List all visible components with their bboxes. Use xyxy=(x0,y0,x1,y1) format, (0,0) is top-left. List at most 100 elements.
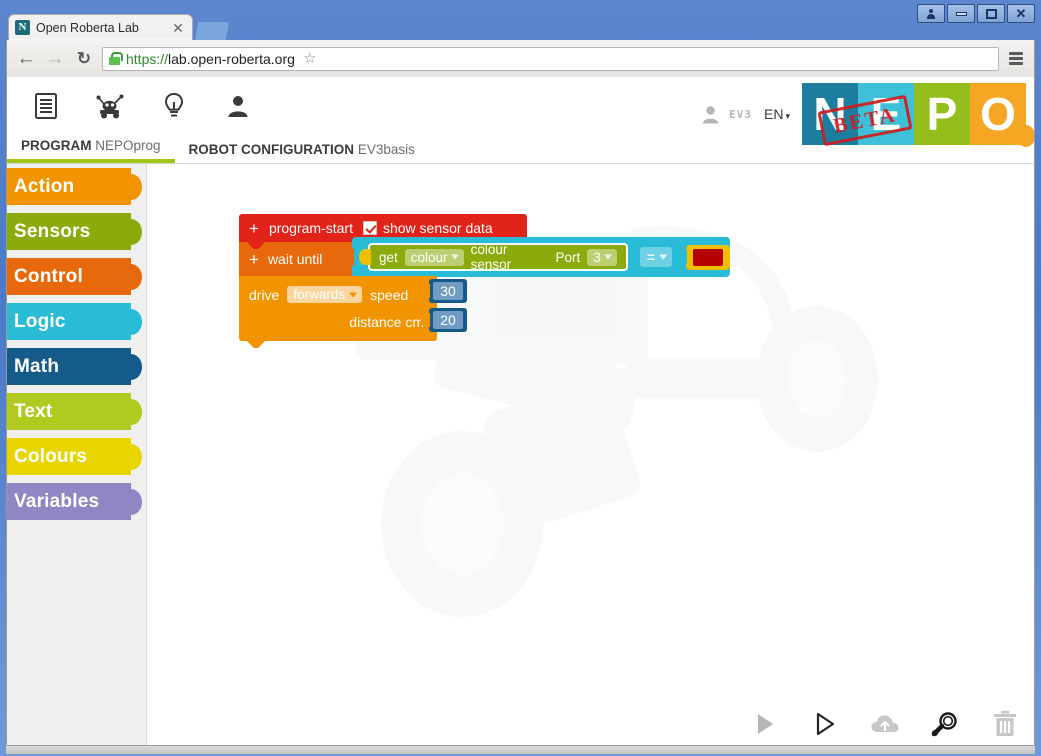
browser-window: N Open Roberta Lab ✕ ✕ ← → ↻ https://lab… xyxy=(0,0,1041,756)
distance-value[interactable]: 20 xyxy=(433,311,463,329)
tab-program-value: NEPOprog xyxy=(95,138,161,153)
check-program-button[interactable] xyxy=(928,707,962,741)
program-start-label: program-start xyxy=(268,220,353,236)
title-bar: N Open Roberta Lab ✕ ✕ xyxy=(0,0,1041,40)
show-sensor-data-label: show sensor data xyxy=(382,220,493,236)
category-knob xyxy=(120,173,142,200)
expand-plus-icon[interactable]: + xyxy=(249,220,259,237)
robot-name-label: EV3 xyxy=(729,107,753,121)
sensor-port-value: 3 xyxy=(593,249,601,265)
category-knob xyxy=(120,488,142,515)
show-sensor-data-checkbox-row[interactable]: show sensor data xyxy=(362,220,493,236)
category-label: Text xyxy=(14,400,53,422)
blockly-workspace[interactable]: + program-start show sensor data + wait … xyxy=(147,164,1034,745)
drive-row-distance: distance cm xyxy=(239,308,437,335)
sidebar-item-logic[interactable]: Logic xyxy=(7,303,142,340)
chevron-down-icon xyxy=(603,254,612,260)
sidebar-item-text[interactable]: Text xyxy=(7,393,142,430)
logo-letter: O xyxy=(980,88,1016,140)
category-label: Control xyxy=(14,265,83,287)
tab-program-label: PROGRAM xyxy=(21,138,92,153)
program-block-stack[interactable]: + program-start show sensor data + wait … xyxy=(239,214,730,348)
language-selector[interactable]: EN ▾ xyxy=(764,106,790,122)
category-list: Action Sensors Control Logic Math Text C… xyxy=(7,164,146,520)
run-program-button[interactable] xyxy=(748,707,782,741)
speed-number-block[interactable]: 30 xyxy=(429,279,467,303)
category-knob xyxy=(120,353,142,380)
address-bar[interactable]: https://lab.open-roberta.org ☆ xyxy=(102,46,999,71)
tab-program[interactable]: PROGRAM NEPOprog xyxy=(7,138,175,163)
drive-row-speed: drive forwards speed xyxy=(239,281,437,308)
block-plug xyxy=(343,248,354,266)
sensor-mode-dropdown[interactable]: colour xyxy=(404,248,464,266)
block-category-sidebar: Action Sensors Control Logic Math Text C… xyxy=(7,164,147,745)
colour-swatch[interactable] xyxy=(693,248,723,266)
category-knob xyxy=(120,218,142,245)
drive-direction-value: forwards xyxy=(293,287,346,302)
tab-strip: N Open Roberta Lab ✕ xyxy=(8,8,229,40)
sidebar-item-sensors[interactable]: Sensors xyxy=(7,213,142,250)
drive-direction-dropdown[interactable]: forwards xyxy=(287,286,363,303)
window-controls: ✕ xyxy=(917,4,1035,23)
expand-plus-icon[interactable]: + xyxy=(249,251,259,268)
speed-value[interactable]: 30 xyxy=(433,282,463,300)
sensor-get-label: get xyxy=(379,249,398,265)
tab-config-label: ROBOT CONFIGURATION xyxy=(188,142,355,157)
wait-until-label: wait until xyxy=(267,251,323,267)
favicon: N xyxy=(15,20,30,35)
delete-button[interactable] xyxy=(988,707,1022,741)
drive-block[interactable]: drive forwards speed distance cm 30 20 xyxy=(239,276,467,348)
colour-value-block[interactable] xyxy=(686,244,730,270)
category-label: Logic xyxy=(14,310,66,332)
user-icon[interactable] xyxy=(221,89,255,123)
chevron-down-icon xyxy=(659,254,667,260)
app-toolbar xyxy=(29,89,255,123)
url-text: https://lab.open-roberta.org xyxy=(126,51,295,67)
browser-menu-icon[interactable] xyxy=(1006,52,1026,65)
logo-tile-o: O xyxy=(970,83,1034,147)
program-list-icon[interactable] xyxy=(29,89,63,123)
sidebar-item-action[interactable]: Action xyxy=(7,168,142,205)
category-label: Math xyxy=(14,355,60,377)
robot-icon[interactable] xyxy=(93,89,127,123)
lightbulb-icon[interactable] xyxy=(157,89,191,123)
logo-knob xyxy=(1017,125,1034,147)
reload-icon[interactable]: ↻ xyxy=(73,50,95,67)
wait-until-row: + wait until get colour colour sensor Po… xyxy=(239,237,730,283)
sensor-port-dropdown[interactable]: 3 xyxy=(587,248,617,266)
upload-button[interactable] xyxy=(868,707,902,741)
close-button[interactable]: ✕ xyxy=(1007,4,1035,23)
show-sensor-data-checkbox[interactable] xyxy=(362,221,377,235)
url-scheme: https:// xyxy=(126,50,169,67)
forward-icon[interactable]: → xyxy=(44,49,66,68)
start-sim-button[interactable] xyxy=(808,707,842,741)
tab-robot-configuration[interactable]: ROBOT CONFIGURATION EV3basis xyxy=(175,142,429,163)
sidebar-item-variables[interactable]: Variables xyxy=(7,483,142,520)
back-icon[interactable]: ← xyxy=(15,49,37,68)
page-viewport: EV3 EN ▾ N E P O BETA PROGRAM NEPOprog R… xyxy=(6,77,1035,746)
app-body: Action Sensors Control Logic Math Text C… xyxy=(7,164,1034,745)
block-connector-notch xyxy=(247,341,265,348)
chevron-down-icon: ▾ xyxy=(785,111,790,121)
new-tab-button[interactable] xyxy=(195,22,229,40)
sidebar-item-control[interactable]: Control xyxy=(7,258,142,295)
distance-number-block[interactable]: 20 xyxy=(429,308,467,332)
user-icon[interactable] xyxy=(697,105,723,124)
maximize-button[interactable] xyxy=(977,4,1005,23)
window-bottom-strip xyxy=(6,746,1035,754)
comparison-operator-dropdown[interactable]: = xyxy=(639,247,672,267)
sidebar-item-colours[interactable]: Colours xyxy=(7,438,142,475)
logic-compare-block[interactable]: get colour colour sensor Port 3 = xyxy=(343,237,730,277)
chevron-down-icon xyxy=(450,254,459,260)
category-label: Sensors xyxy=(14,220,91,242)
bookmark-star-icon[interactable]: ☆ xyxy=(301,50,319,68)
workspace-bottom-toolbar xyxy=(748,707,1022,741)
colour-sensor-get-block[interactable]: get colour colour sensor Port 3 xyxy=(368,242,628,272)
sidebar-item-math[interactable]: Math xyxy=(7,348,142,385)
drive-speed-label: speed xyxy=(370,286,409,303)
tab-close-icon[interactable]: ✕ xyxy=(170,21,186,35)
user-account-button[interactable] xyxy=(917,4,945,23)
minimize-button[interactable] xyxy=(947,4,975,23)
category-label: Action xyxy=(14,175,75,197)
browser-tab[interactable]: N Open Roberta Lab ✕ xyxy=(8,14,193,40)
